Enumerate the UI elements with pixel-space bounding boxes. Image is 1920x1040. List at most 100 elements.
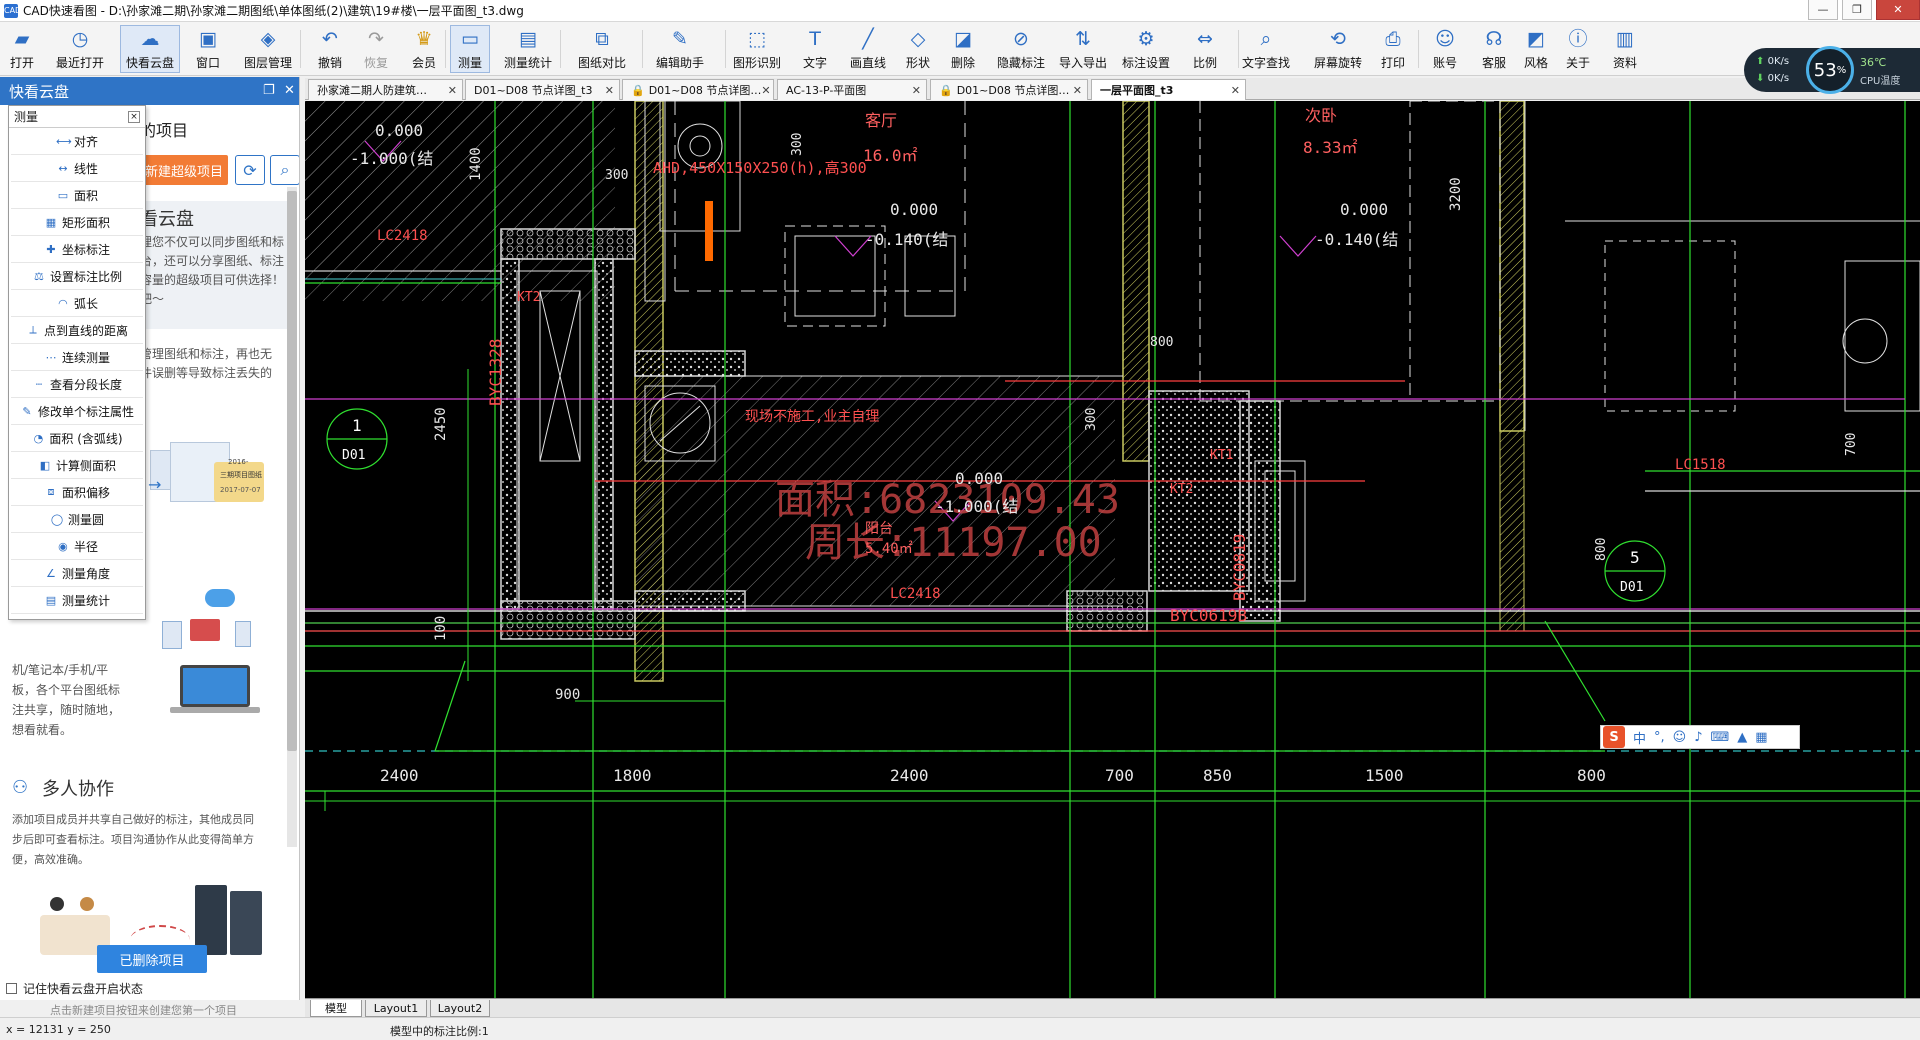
tab-close-icon[interactable]: ✕	[761, 84, 770, 97]
tab-close-icon[interactable]: ✕	[912, 84, 921, 97]
toolbar-eraser-button[interactable]: ◪ 删除	[943, 25, 983, 73]
close-button[interactable]: ✕	[1876, 0, 1920, 20]
document-tab[interactable]: 孙家滩二期人防建筑… ✕	[308, 79, 463, 100]
toolbar-account-button[interactable]: ☺ 账号	[1425, 25, 1465, 73]
keyboard-icon[interactable]: ⌨	[1711, 730, 1730, 745]
toolbar-print-button[interactable]: ⎙ 打印	[1373, 25, 1413, 73]
headset-icon: ☊	[1485, 27, 1503, 50]
window-tag: LC1518	[1675, 457, 1726, 473]
minimize-button[interactable]: —	[1808, 0, 1838, 20]
measure-menu-item-edit-annotation[interactable]: ✎ 修改单个标注属性	[11, 398, 143, 425]
measure-menu-item-coordinate[interactable]: ✚ 坐标标注	[11, 236, 143, 263]
toolbar-window-button[interactable]: ▣ 窗口	[188, 25, 228, 73]
document-tab[interactable]: 🔒 D01~D08 节点详图… ✕	[930, 79, 1088, 100]
linear-measure-icon: ↔	[58, 161, 68, 175]
ime-language-toggle[interactable]: 中	[1633, 728, 1646, 747]
layout-tab[interactable]: Layout1	[365, 1000, 427, 1017]
toolbar-cloud-button[interactable]: ☁ 快看云盘	[120, 25, 180, 73]
document-tab[interactable]: AC-13-P-平面图 ✕	[777, 79, 927, 100]
measure-menu-item-arc-length[interactable]: ◠ 弧长	[11, 290, 143, 317]
toolbar-docs-button[interactable]: ▥ 资料	[1605, 25, 1645, 73]
measure-menu-item-stats[interactable]: ▤ 测量统计	[11, 587, 143, 614]
maximize-button[interactable]: ❐	[1842, 0, 1872, 20]
cloud-drive-description: 理您不仅可以同步图纸和标 台，还可以分享图纸、标注 容量的超级项目可供选择！ 吧…	[140, 235, 285, 306]
tab-close-icon[interactable]: ✕	[1073, 84, 1082, 97]
measure-menu-item-rect-area[interactable]: ▦ 矩形面积	[11, 209, 143, 236]
panel-title: 快看云盘	[9, 82, 70, 101]
measure-menu-item-angle[interactable]: ∠ 测量角度	[11, 560, 143, 587]
toolbar-style-button[interactable]: ◩ 风格	[1516, 25, 1556, 73]
measure-menu-item-set-scale[interactable]: ⚖ 设置标注比例	[11, 263, 143, 290]
measure-menu-close-icon[interactable]: ×	[128, 110, 140, 123]
deleted-projects-button[interactable]: 已删除项目	[97, 945, 207, 973]
toolbar-import-export-button[interactable]: ⇅ 导入导出	[1053, 25, 1113, 73]
toolbar-scale-button[interactable]: ⇔ 比例	[1185, 25, 1225, 73]
toolbar-shape-button[interactable]: ◇ 形状	[898, 25, 938, 73]
skin-icon[interactable]: ▲	[1737, 730, 1747, 745]
search-icon[interactable]: ⌕	[270, 155, 299, 185]
toolbar-vip-button[interactable]: ♛ 会员	[404, 25, 444, 73]
main-toolbar: ▰ 打开 ◷ 最近打开 ☁ 快看云盘 ▣ 窗口 ◈ 图层管理 ↶ 撤销 ↷ 恢复 ♛ 会员 ▭ 测量 ▤ 测量统计 ⧉ 图…	[0, 22, 1920, 76]
illustration-devices	[150, 585, 290, 725]
measure-menu-item-point-line-distance[interactable]: ⟂ 点到直线的距离	[11, 317, 143, 344]
folder-icon: ▰	[14, 27, 30, 50]
panel-scrollbar[interactable]	[287, 187, 297, 847]
toolbar-shape-recognize-button[interactable]: ⬚ 图形识别	[727, 25, 787, 73]
tab-close-icon[interactable]: ✕	[448, 84, 457, 97]
measure-menu-item-area-offset[interactable]: ⧈ 面积偏移	[11, 479, 143, 506]
toolbar-label: 打印	[1380, 56, 1405, 70]
cloud-drive-heading: 看云盘	[140, 209, 194, 230]
toolbar-info-button[interactable]: ⓘ 关于	[1558, 25, 1598, 73]
scrollbar-thumb[interactable]	[287, 191, 297, 751]
document-tab[interactable]: 🔒 D01~D08 节点详图… ✕	[622, 79, 774, 100]
toolbar-hide-annotation-button[interactable]: ⊘ 隐藏标注	[991, 25, 1051, 73]
ime-toolbar[interactable]: S 中 °, ☺ ♪ ⌨ ▲ ▦	[1600, 725, 1800, 749]
measure-menu-item-circle-measure[interactable]: ◯ 测量圆	[11, 506, 143, 533]
measure-menu-label: 修改单个标注属性	[37, 404, 134, 419]
toolbar-edit-assistant-button[interactable]: ✎ 编辑助手	[650, 25, 710, 73]
microphone-icon[interactable]: ♪	[1694, 730, 1702, 745]
close-panel-icon[interactable]: ✕	[284, 83, 295, 98]
toolbar-compare-button[interactable]: ⧉ 图纸对比	[572, 25, 632, 73]
toolbar-headset-button[interactable]: ☊ 客服	[1474, 25, 1514, 73]
toolbar-layers-button[interactable]: ◈ 图层管理	[238, 25, 298, 73]
toolbar-line-button[interactable]: ╱ 画直线	[845, 25, 892, 73]
measure-menu-item-arc-area[interactable]: ◔ 面积 (含弧线)	[11, 425, 143, 452]
measure-menu-item-radius[interactable]: ◉ 半径	[11, 533, 143, 560]
toolbar-folder-button[interactable]: ▰ 打开	[2, 25, 42, 73]
remember-state-checkbox[interactable]: 记住快看云盘开启状态	[6, 980, 143, 997]
measure-menu-label: 设置标注比例	[49, 269, 122, 284]
system-monitor-widget[interactable]: ⬆ 0K/s ⬇ 0K/s 53% 36℃ CPU温度	[1744, 46, 1920, 94]
restore-panel-icon[interactable]: ❐	[263, 83, 275, 98]
tab-close-icon[interactable]: ✕	[1231, 84, 1240, 97]
measure-menu-item-continuous-measure[interactable]: ⋯ 连续测量	[11, 344, 143, 371]
drawing-canvas[interactable]: 面积:6823109.43 周长:11197.00 0.000 -1.000(结…	[305, 101, 1920, 998]
toolbar-text-button[interactable]: T 文字	[795, 25, 835, 73]
measure-menu-item-segment-length[interactable]: ┄ 查看分段长度	[11, 371, 143, 398]
toolbar-separator	[560, 30, 561, 68]
toolbar-annotation-settings-button[interactable]: ⚙ 标注设置	[1116, 25, 1176, 73]
measure-menu-item-align-measure[interactable]: ⟷ 对齐	[11, 128, 143, 155]
toolbar-rotate-screen-button[interactable]: ⟲ 屏幕旋转	[1308, 25, 1368, 73]
new-super-project-button[interactable]: 新建超级项目	[140, 155, 228, 185]
tab-close-icon[interactable]: ✕	[605, 84, 614, 97]
toolbar-measure-button[interactable]: ▭ 测量	[450, 25, 490, 73]
toolbar-label: 屏幕旋转	[1313, 56, 1362, 70]
document-tab[interactable]: 一层平面图_t3 ✕	[1091, 79, 1246, 100]
toolbar-text-search-button[interactable]: ⌕ 文字查找	[1236, 25, 1296, 73]
measure-menu-item-linear-measure[interactable]: ↔ 线性	[11, 155, 143, 182]
toolbar-undo-button[interactable]: ↶ 撤销	[310, 25, 350, 73]
toolbar-label: 账号	[1432, 56, 1457, 70]
toolbar-measure-stats-button[interactable]: ▤ 测量统计	[498, 25, 558, 73]
emoji-icon[interactable]: ☺	[1673, 730, 1687, 745]
ime-menu-icon[interactable]: ▦	[1755, 730, 1767, 745]
sync-icon[interactable]: ⟳	[235, 155, 265, 185]
layout-tab[interactable]: 模型	[310, 1000, 362, 1017]
layout-tab[interactable]: Layout2	[430, 1000, 490, 1017]
measure-menu-item-side-area[interactable]: ◧ 计算侧面积	[11, 452, 143, 479]
toolbar-recent-button[interactable]: ◷ 最近打开	[50, 25, 110, 73]
toolbar-redo-button[interactable]: ↷ 恢复	[356, 25, 396, 73]
measure-menu-item-area[interactable]: ▭ 面积	[11, 182, 143, 209]
document-tab[interactable]: D01~D08 节点详图_t3 ✕	[465, 79, 620, 100]
ime-punctuation-toggle[interactable]: °,	[1654, 730, 1665, 745]
